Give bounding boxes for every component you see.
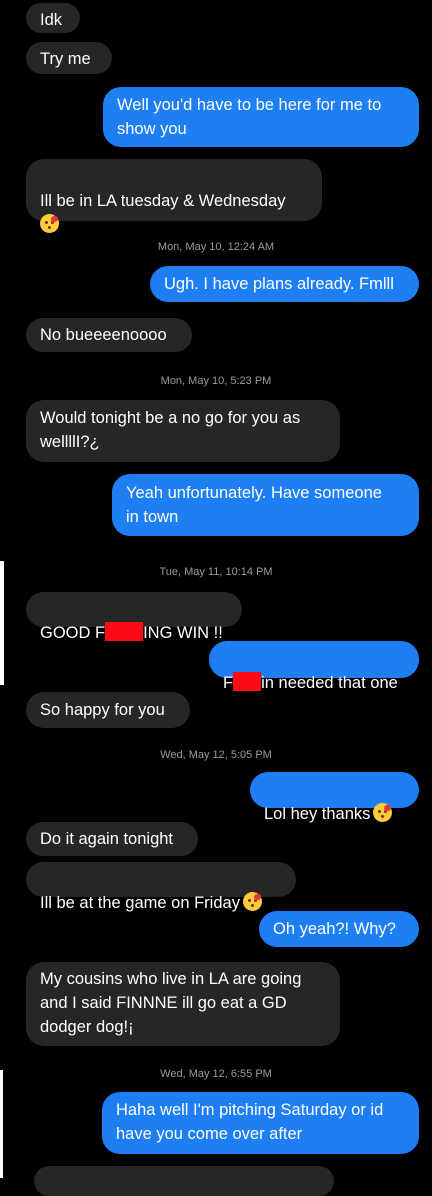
timestamp: Mon, May 10, 5:23 PM bbox=[160, 375, 272, 387]
message-incoming[interactable]: Ill be at the game on Friday bbox=[26, 862, 296, 912]
message-incoming[interactable]: So happy for you bbox=[26, 692, 190, 728]
message-text-end: in needed that one bbox=[261, 674, 398, 692]
timestamp: Mon, May 10, 12:24 AM bbox=[157, 241, 275, 253]
kiss-face-emoji-icon bbox=[242, 892, 262, 911]
message-outgoing[interactable]: Oh yeah?! Why? bbox=[259, 911, 419, 947]
message-text-start: F bbox=[223, 674, 234, 692]
message-outgoing[interactable]: Lol hey thanks bbox=[250, 772, 419, 823]
timestamp: Tue, May 11, 10:14 PM bbox=[159, 566, 273, 578]
message-incoming[interactable]: No bueeeenoooo bbox=[26, 318, 192, 352]
message-text: Lol hey thanks bbox=[264, 805, 371, 823]
image-seam bbox=[0, 561, 4, 685]
message-text: Ill be in LA tuesday & Wednesday bbox=[40, 192, 286, 210]
message-incoming[interactable]: Try me bbox=[26, 42, 112, 74]
message-outgoing[interactable]: Fin needed that one bbox=[209, 641, 419, 692]
message-incoming[interactable]: My cousins who live in LA are going and … bbox=[26, 962, 340, 1046]
message-outgoing[interactable]: Haha well I'm pitching Saturday or id ha… bbox=[102, 1092, 419, 1154]
timestamp: Wed, May 12, 6:55 PM bbox=[160, 1068, 272, 1080]
message-incoming[interactable]: Would tonight be a no go for you as well… bbox=[26, 400, 340, 462]
message-outgoing[interactable]: Ugh. I have plans already. Fmlll bbox=[150, 266, 419, 302]
message-incoming[interactable]: GOOD F ING WIN !! bbox=[26, 592, 242, 642]
message-incoming-partial[interactable] bbox=[34, 1166, 334, 1196]
image-seam bbox=[0, 1070, 3, 1178]
message-text-end: ING WIN !! bbox=[143, 624, 223, 642]
message-outgoing[interactable]: Yeah unfortunately. Have someone in town bbox=[112, 474, 419, 536]
message-text: Ill be at the game on Friday bbox=[40, 894, 240, 912]
message-incoming[interactable]: Do it again tonight bbox=[26, 822, 198, 856]
message-incoming[interactable]: Ill be in LA tuesday & Wednesday bbox=[26, 159, 322, 233]
kiss-face-emoji-icon bbox=[40, 214, 59, 233]
timestamp: Wed, May 12, 5:05 PM bbox=[160, 749, 272, 761]
kiss-face-emoji-icon bbox=[373, 803, 393, 822]
redaction-box bbox=[105, 622, 144, 641]
message-text-start: GOOD F bbox=[40, 624, 106, 642]
message-outgoing[interactable]: Well you'd have to be here for me to sho… bbox=[103, 87, 419, 147]
message-incoming[interactable]: Idk bbox=[26, 3, 80, 33]
redaction-box bbox=[233, 672, 262, 691]
